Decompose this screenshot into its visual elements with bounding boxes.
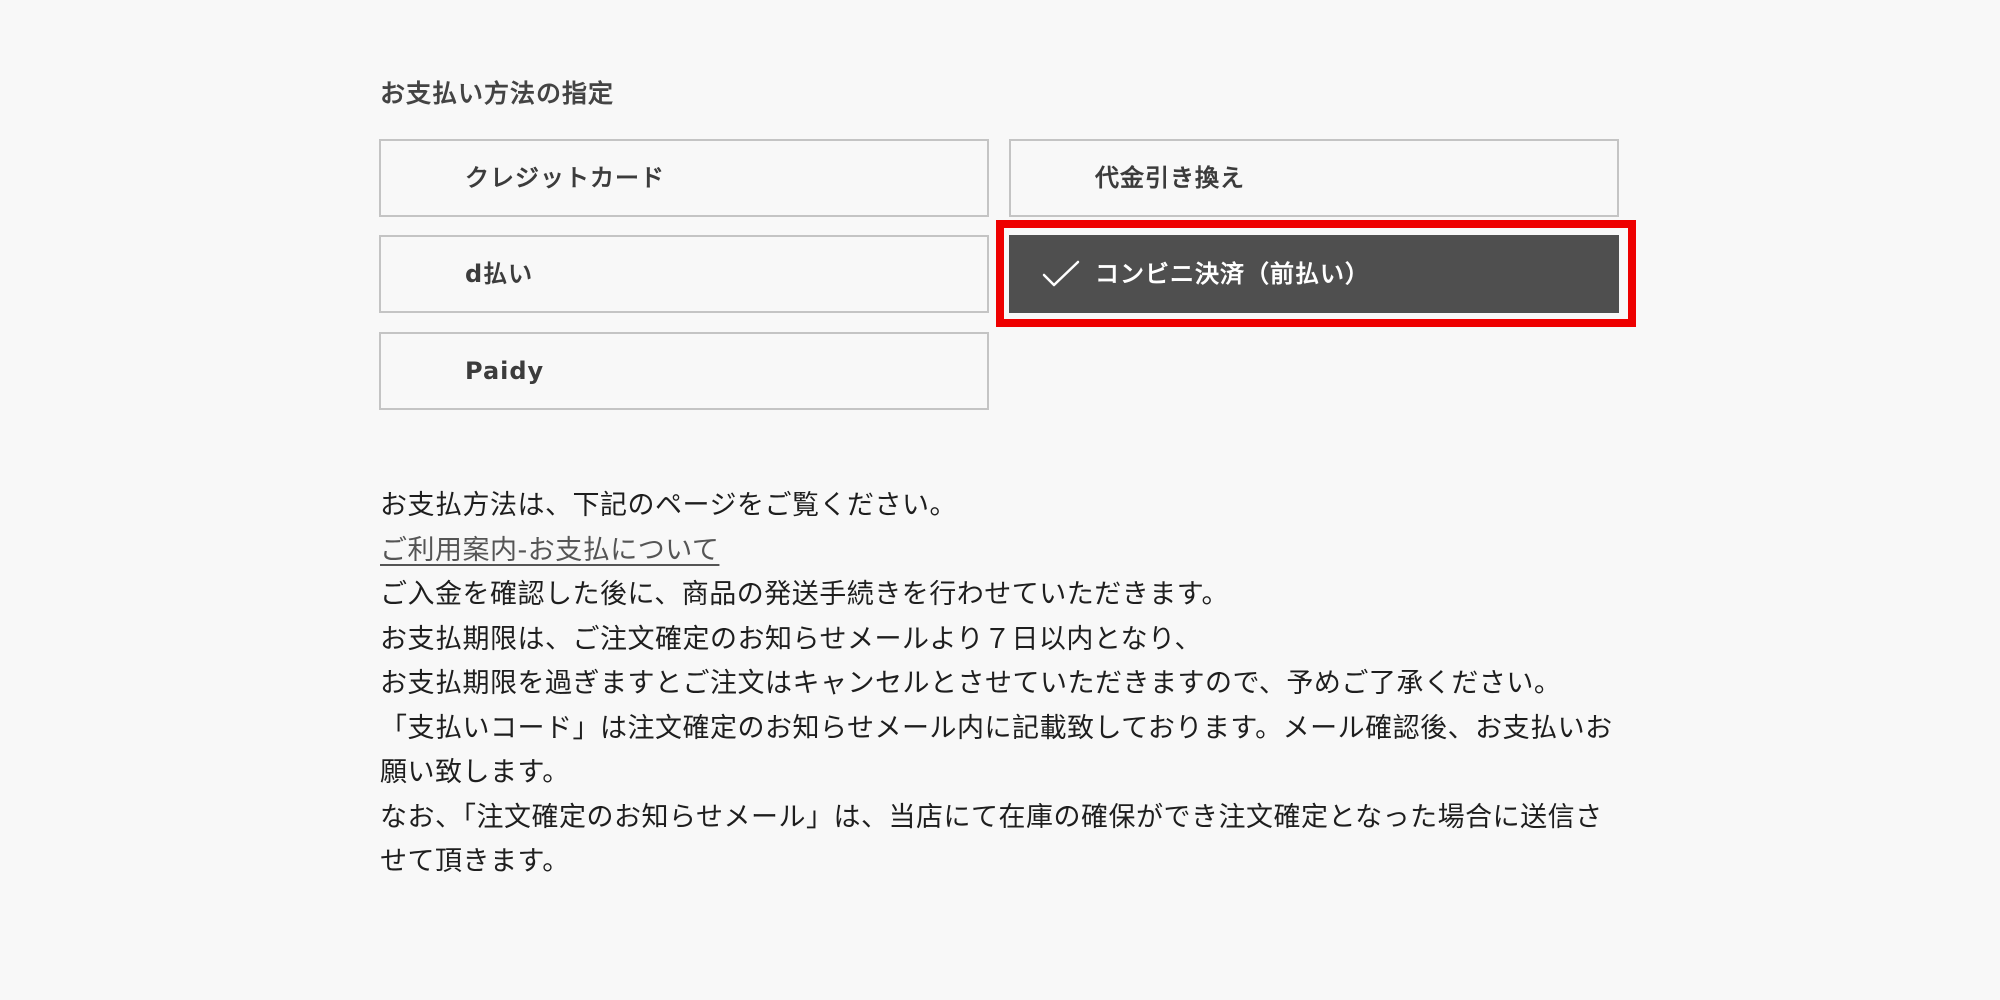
info-line: お支払期限は、ご注文確定のお知らせメールより７日以内となり、 [380,623,1203,655]
payment-option-convenience-store[interactable]: コンビニ決済（前払い） [1009,235,1619,313]
info-line: ご入金を確認した後に、商品の発送手続きを行わせていただきます。 [380,579,1229,610]
info-line: なお、「注文確定のお知らせメール」は、当店にて在庫の確保ができ注文確定となった場… [380,801,1603,878]
payment-option-label: クレジットカード [465,164,665,192]
payment-option-label: d払い [465,260,534,288]
payment-option-credit-card[interactable]: クレジットカード [379,139,989,217]
payment-option-d-barai[interactable]: d払い [379,235,989,313]
payment-guide-link[interactable]: ご利用案内-お支払について [380,535,719,566]
info-line: お支払方法は、下記のページをご覧ください。 [380,490,957,521]
section-title: お支払い方法の指定 [380,79,615,108]
payment-option-label: 代金引き換え [1095,164,1245,192]
payment-option-label: Paidy [465,357,545,385]
payment-info-text: お支払方法は、下記のページをご覧ください。 ご利用案内-お支払について ご入金を… [380,484,1625,885]
checkmark-icon [1042,260,1080,287]
payment-option-label: コンビニ決済（前払い） [1095,260,1370,288]
payment-option-cash-on-delivery[interactable]: 代金引き換え [1009,139,1619,217]
payment-option-paidy[interactable]: Paidy [379,332,989,410]
info-line: 「支払いコード」は注文確定のお知らせメール内に記載致しております。メール確認後、… [380,712,1613,789]
info-line: お支払期限を過ぎますとご注文はキャンセルとさせていただきますので、予めご了承くだ… [380,668,1562,699]
